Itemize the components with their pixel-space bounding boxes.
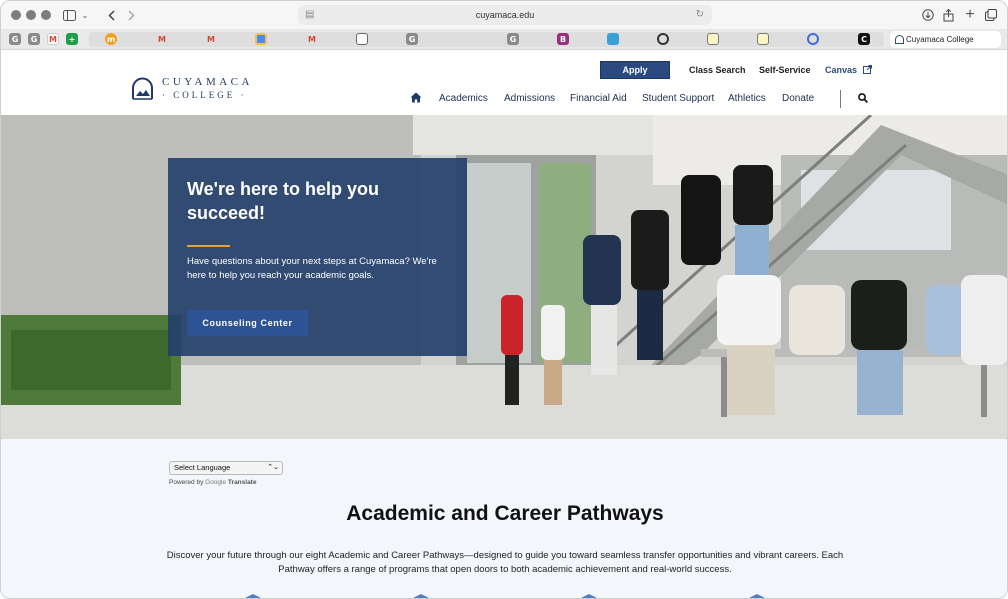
url-text: cuyamaca.edu [475, 10, 535, 20]
self-service-link[interactable]: Self-Service [759, 65, 811, 75]
tab-google-icon[interactable]: G [507, 33, 519, 45]
pathways-description: Discover your future through our eight A… [166, 550, 844, 575]
cuyamaca-logo-icon[interactable] [130, 76, 155, 101]
pathways-heading: Academic and Career Pathways [346, 502, 664, 525]
hero-title: We're here to help you succeed! [187, 179, 379, 223]
back-arrow-icon[interactable] [105, 6, 117, 24]
tab-document-icon[interactable] [356, 33, 368, 45]
tab-q-icon[interactable] [807, 33, 819, 45]
new-tab-icon[interactable]: + [963, 6, 977, 24]
pinned-tab-gmail-icon[interactable]: M [47, 33, 59, 45]
active-tab-title: Cuyamaca College [906, 35, 974, 44]
nav-academics[interactable]: Academics [439, 93, 488, 104]
tab-c-icon[interactable]: C [858, 33, 870, 45]
pinned-tab-google-icon[interactable]: G [28, 33, 40, 45]
search-icon[interactable] [858, 93, 868, 103]
nav-divider [840, 90, 841, 108]
forward-arrow-icon[interactable] [125, 6, 137, 24]
sidebar-toggle-icon[interactable] [61, 6, 77, 24]
pathway-card-top[interactable] [743, 594, 771, 598]
google-translate-attribution: Powered by Google Translate [169, 479, 256, 486]
download-icon[interactable] [921, 6, 935, 24]
canvas-link[interactable]: Canvas [825, 65, 872, 75]
select-chevron-icon: ⌃⌄ [267, 464, 279, 471]
external-link-icon [862, 65, 872, 74]
logo-wordmark[interactable]: CUYAMACA [162, 76, 253, 88]
tab-moodle-icon[interactable]: m [105, 33, 117, 45]
pinned-tab-sheets-icon[interactable]: + [66, 33, 78, 45]
minimize-window-button[interactable] [26, 10, 36, 20]
nav-athletics[interactable]: Athletics [728, 93, 766, 104]
google-logo[interactable]: Google [205, 479, 226, 486]
hero-students-photo [1, 115, 1007, 439]
tab-app-icon[interactable] [607, 33, 619, 45]
address-bar[interactable]: ▤ cuyamaca.edu ↻ [298, 5, 712, 25]
active-tab[interactable]: Cuyamaca College [890, 31, 1001, 48]
language-select[interactable]: Select Language ⌃⌄ [169, 461, 283, 475]
tab-b-icon[interactable]: B [557, 33, 569, 45]
nav-financial-aid[interactable]: Financial Aid [570, 93, 627, 104]
translate-link[interactable]: Translate [228, 479, 257, 486]
browser-window: ⌄ ▤ cuyamaca.edu ↻ + G G M + m M M M G G… [0, 0, 1008, 599]
browser-toolbar: ⌄ ▤ cuyamaca.edu ↻ + [1, 1, 1007, 29]
class-search-link[interactable]: Class Search [689, 65, 746, 75]
reload-icon[interactable]: ↻ [696, 5, 704, 25]
hero-text: Have questions about your next steps at … [187, 256, 437, 281]
chevron-down-icon[interactable]: ⌄ [80, 6, 90, 24]
tab-gmail-icon[interactable]: M [205, 33, 217, 45]
tab-notes-icon[interactable] [757, 33, 769, 45]
zoom-window-button[interactable] [41, 10, 51, 20]
powered-by-text: Powered by [169, 479, 204, 486]
page-menu-icon[interactable]: ▤ [305, 5, 314, 25]
tab-classroom-icon[interactable] [255, 33, 267, 45]
tab-overview-icon[interactable] [984, 6, 998, 24]
home-icon[interactable] [410, 92, 422, 103]
tab-notes-icon[interactable] [707, 33, 719, 45]
hero-divider [187, 245, 230, 247]
pathway-card-top[interactable] [239, 594, 267, 598]
share-icon[interactable] [941, 6, 955, 24]
tab-circle-icon[interactable] [657, 33, 669, 45]
nav-donate[interactable]: Donate [782, 93, 814, 104]
nav-student-support[interactable]: Student Support [642, 93, 714, 104]
main-content: Select Language ⌃⌄ Powered by Google Tra… [1, 439, 1007, 598]
close-window-button[interactable] [11, 10, 21, 20]
counseling-center-button[interactable]: Counseling Center [187, 310, 308, 336]
cuyamaca-favicon-icon [895, 35, 904, 44]
hero-card: We're here to help you succeed! Have que… [168, 158, 467, 356]
tab-bar: G G M + m M M M G G B C Cuyamaca College [1, 29, 1007, 50]
tab-gmail-icon[interactable]: M [156, 33, 168, 45]
pinned-tab-google-icon[interactable]: G [9, 33, 21, 45]
language-select-value: Select Language [174, 463, 231, 472]
nav-admissions[interactable]: Admissions [504, 93, 555, 104]
hero-banner: We're here to help you succeed! Have que… [1, 115, 1007, 439]
apply-button[interactable]: Apply [600, 61, 670, 79]
pathway-card-top[interactable] [575, 594, 603, 598]
site-header: CUYAMACA · COLLEGE · Apply Class Search … [1, 51, 1007, 115]
canvas-link-label: Canvas [825, 65, 858, 75]
tab-people-icon[interactable] [456, 33, 468, 45]
tab-gmail-icon[interactable]: M [306, 33, 318, 45]
pathway-card-top[interactable] [407, 594, 435, 598]
tab-google-icon[interactable]: G [406, 33, 418, 45]
logo-subtitle: · COLLEGE · [162, 90, 247, 100]
